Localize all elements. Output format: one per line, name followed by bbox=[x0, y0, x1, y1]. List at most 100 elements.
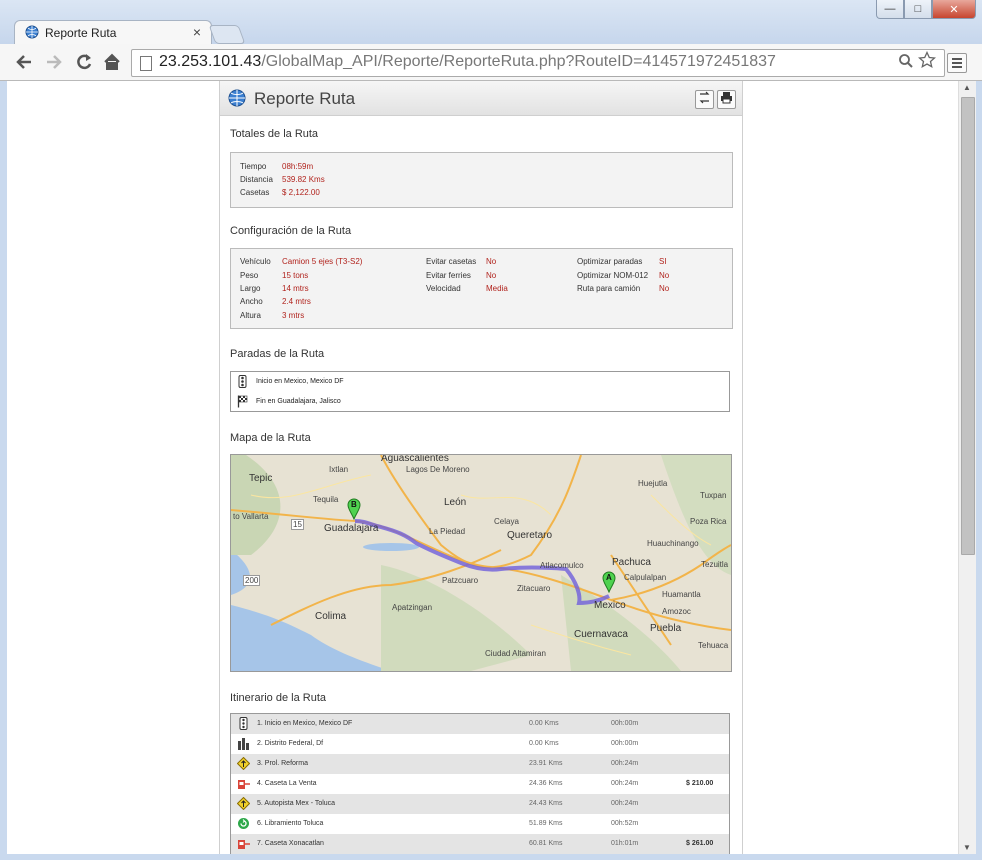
scroll-up-icon[interactable]: ▲ bbox=[963, 83, 971, 92]
kv-value: No bbox=[486, 257, 497, 266]
itin-cost: $ 210.00 bbox=[686, 780, 714, 787]
toll-booth-icon bbox=[238, 780, 250, 789]
close-window-button[interactable]: ✕ bbox=[932, 0, 976, 19]
itin-desc: 5. Autopista Mex - Toluca bbox=[257, 800, 336, 807]
reload-icon[interactable] bbox=[74, 52, 94, 72]
map-label: Apatzingan bbox=[392, 603, 433, 612]
forward-arrow-icon[interactable] bbox=[44, 52, 64, 72]
itin-km: 24.36 Kms bbox=[529, 780, 563, 787]
config-box: Vehículo Camion 5 ejes (T3-S2) Peso 15 t… bbox=[230, 248, 733, 329]
map-label: Tepic bbox=[249, 473, 273, 484]
city-icon bbox=[238, 738, 249, 750]
bookmark-star-icon[interactable] bbox=[917, 50, 937, 74]
map-label: Amozoc bbox=[662, 607, 691, 616]
section-title-itinerario: Itinerario de la Ruta bbox=[230, 692, 326, 704]
roundabout-icon bbox=[238, 818, 249, 829]
map-label: Aguascalientes bbox=[381, 454, 449, 464]
map-label: Celaya bbox=[494, 517, 519, 526]
itin-km: 60.81 Kms bbox=[529, 840, 563, 847]
map-label: Calpulalpan bbox=[624, 573, 667, 582]
report-panel: Reporte Ruta Totales de la Ruta Tiempo 0… bbox=[219, 81, 743, 854]
url-text[interactable]: 23.253.101.43/GlobalMap_API/Reporte/Repo… bbox=[159, 53, 776, 71]
totales-row: Tiempo bbox=[240, 162, 266, 171]
title-bar: Reporte Ruta × — □ ✕ bbox=[0, 0, 982, 45]
kv-value: No bbox=[659, 284, 670, 293]
map-label: Poza Rica bbox=[690, 517, 727, 526]
route-swap-button[interactable] bbox=[695, 90, 714, 109]
itin-desc: 3. Prol. Reforma bbox=[257, 760, 308, 767]
kv-value: 539.82 Kms bbox=[282, 175, 325, 184]
scroll-down-icon[interactable]: ▼ bbox=[963, 843, 971, 852]
map-label: Atlacomulco bbox=[540, 561, 584, 570]
minimize-button[interactable]: — bbox=[876, 0, 904, 19]
section-title-config: Configuración de la Ruta bbox=[230, 225, 352, 237]
table-row: 5. Autopista Mex - Toluca 24.43 Kms 00h:… bbox=[231, 794, 729, 814]
map-label: Tuxpan bbox=[700, 491, 727, 500]
map-label: Huauchinango bbox=[647, 539, 699, 548]
kv-label: Largo bbox=[240, 284, 261, 293]
map-label: Cuernavaca bbox=[574, 629, 628, 640]
itin-desc: 6. Libramiento Toluca bbox=[257, 820, 324, 827]
route-shield: 15 bbox=[291, 519, 304, 530]
kv-label: Altura bbox=[240, 311, 261, 320]
stop-text: Fin en Guadalajara, Jalisco bbox=[256, 398, 341, 405]
marker-b-icon[interactable]: B bbox=[347, 498, 361, 521]
kv-label: Evitar casetas bbox=[426, 257, 477, 266]
map-label: Ciudad Altamiran bbox=[485, 649, 546, 658]
back-arrow-icon[interactable] bbox=[14, 52, 34, 72]
kv-value: No bbox=[659, 271, 670, 280]
search-icon[interactable] bbox=[898, 53, 914, 73]
itinerario-table: 1. Inicio en Mexico, Mexico DF 0.00 Kms … bbox=[230, 713, 730, 854]
itin-time: 00h:00m bbox=[611, 740, 639, 747]
new-tab-button[interactable] bbox=[208, 25, 246, 44]
itin-time: 01h:01m bbox=[611, 840, 639, 847]
list-item: Inicio en Mexico, Mexico DF bbox=[237, 375, 344, 388]
table-row: 6. Libramiento Toluca 51.89 Kms 00h:52m bbox=[231, 814, 729, 834]
kv-value: 2.4 mtrs bbox=[282, 297, 311, 306]
page-title: Reporte Ruta bbox=[254, 89, 356, 108]
itin-desc: 4. Caseta La Venta bbox=[257, 780, 317, 787]
menu-icon[interactable] bbox=[947, 53, 967, 73]
itin-km: 23.91 Kms bbox=[529, 760, 563, 767]
itin-time: 00h:24m bbox=[611, 800, 639, 807]
marker-a-icon[interactable]: A bbox=[602, 571, 616, 594]
scrollbar-thumb[interactable] bbox=[961, 97, 975, 555]
kv-value: $ 2,122.00 bbox=[282, 188, 320, 197]
map-label: Puebla bbox=[650, 623, 682, 634]
vertical-scrollbar[interactable]: ▲ ▼ bbox=[958, 81, 976, 854]
address-bar[interactable]: 23.253.101.43/GlobalMap_API/Reporte/Repo… bbox=[131, 49, 945, 77]
marker-a-label: A bbox=[606, 573, 612, 582]
browser-tab[interactable]: Reporte Ruta × bbox=[14, 20, 212, 45]
map-label: Patzcuaro bbox=[442, 576, 479, 585]
kv-value: 14 mtrs bbox=[282, 284, 309, 293]
map-label: Colima bbox=[315, 611, 347, 622]
kv-value: 08h:59m bbox=[282, 162, 314, 171]
checkered-flag-icon bbox=[237, 395, 248, 408]
maximize-button[interactable]: □ bbox=[904, 0, 932, 19]
map-label: León bbox=[444, 497, 467, 508]
kv-value: SI bbox=[659, 257, 667, 266]
itin-time: 00h:24m bbox=[611, 780, 639, 787]
tab-close-icon[interactable]: × bbox=[193, 24, 201, 40]
kv-label: Peso bbox=[240, 271, 259, 280]
itin-time: 00h:24m bbox=[611, 760, 639, 767]
straight-arrow-icon bbox=[237, 797, 250, 810]
map-label: Queretaro bbox=[507, 530, 553, 541]
route-map[interactable]: Aguascalientes Lagos De Moreno Tepic Leó… bbox=[230, 454, 732, 672]
itin-time: 00h:00m bbox=[611, 720, 639, 727]
itin-km: 51.89 Kms bbox=[529, 820, 563, 827]
route-shield: 200 bbox=[243, 575, 261, 586]
traffic-light-icon bbox=[239, 717, 248, 730]
toll-booth-icon bbox=[238, 840, 250, 849]
itin-desc: 1. Inicio en Mexico, Mexico DF bbox=[257, 720, 353, 727]
map-label: to Vallarta bbox=[233, 512, 269, 521]
map-label: La Piedad bbox=[429, 527, 466, 536]
print-button[interactable] bbox=[717, 90, 736, 109]
browser-window: Reporte Ruta × — □ ✕ 23.253.101.43/Globa… bbox=[0, 0, 982, 860]
tab-title: Reporte Ruta bbox=[45, 26, 117, 40]
table-row: 4. Caseta La Venta 24.36 Kms 00h:24m $ 2… bbox=[231, 774, 729, 794]
kv-label: Evitar ferries bbox=[426, 271, 471, 280]
kv-value: 15 tons bbox=[282, 271, 309, 280]
kv-value: Media bbox=[486, 284, 508, 293]
home-icon[interactable] bbox=[102, 52, 122, 72]
